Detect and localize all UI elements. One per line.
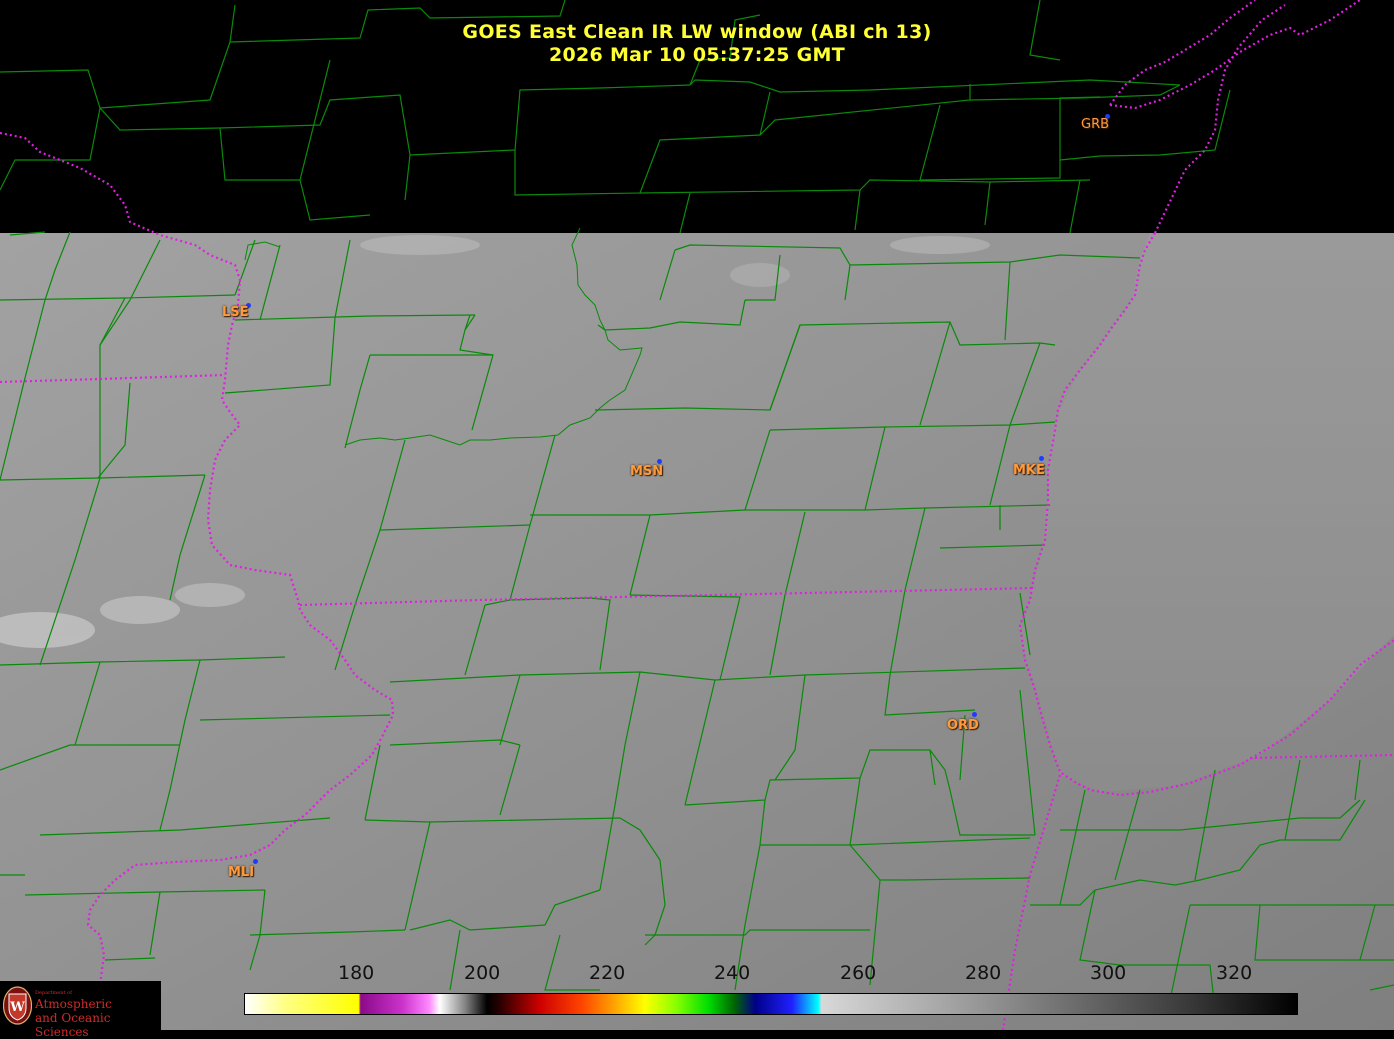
station-label-mli: MLI (228, 865, 255, 880)
title-line-1: GOES East Clean IR LW window (ABI ch 13) (462, 21, 932, 43)
logo-dept: Department of (35, 990, 72, 996)
crest-icon: W (3, 986, 32, 1025)
station-marker (972, 712, 977, 717)
colorbar (244, 993, 1298, 1015)
colorbar-tick: 260 (840, 962, 877, 984)
satellite-map (0, 0, 1394, 1030)
colorbar-tick: 200 (464, 962, 501, 984)
station-marker (253, 859, 258, 864)
station-label-ord: ORD (947, 718, 979, 733)
colorbar-tick: 300 (1090, 962, 1127, 984)
colorbar-tick: 240 (714, 962, 751, 984)
colorbar-tick: 320 (1216, 962, 1253, 984)
logo-line-2: and Oceanic Sciences (35, 1011, 111, 1039)
station-label-grb: GRB (1081, 117, 1110, 132)
station-marker (1039, 456, 1044, 461)
svg-text:W: W (9, 1000, 25, 1015)
station-label-lse: LSE (222, 305, 249, 320)
logo-line-1: Atmospheric (35, 997, 112, 1011)
title-line-2: 2026 Mar 10 05:37:25 GMT (548, 44, 846, 66)
university-logo: W Department of Atmospheric and Oceanic … (0, 981, 161, 1039)
colorbar-tick: 180 (338, 962, 375, 984)
colorbar-tick: 280 (965, 962, 1002, 984)
station-label-mke: MKE (1013, 463, 1045, 478)
colorbar-tick: 220 (589, 962, 626, 984)
station-label-msn: MSN (630, 464, 664, 479)
